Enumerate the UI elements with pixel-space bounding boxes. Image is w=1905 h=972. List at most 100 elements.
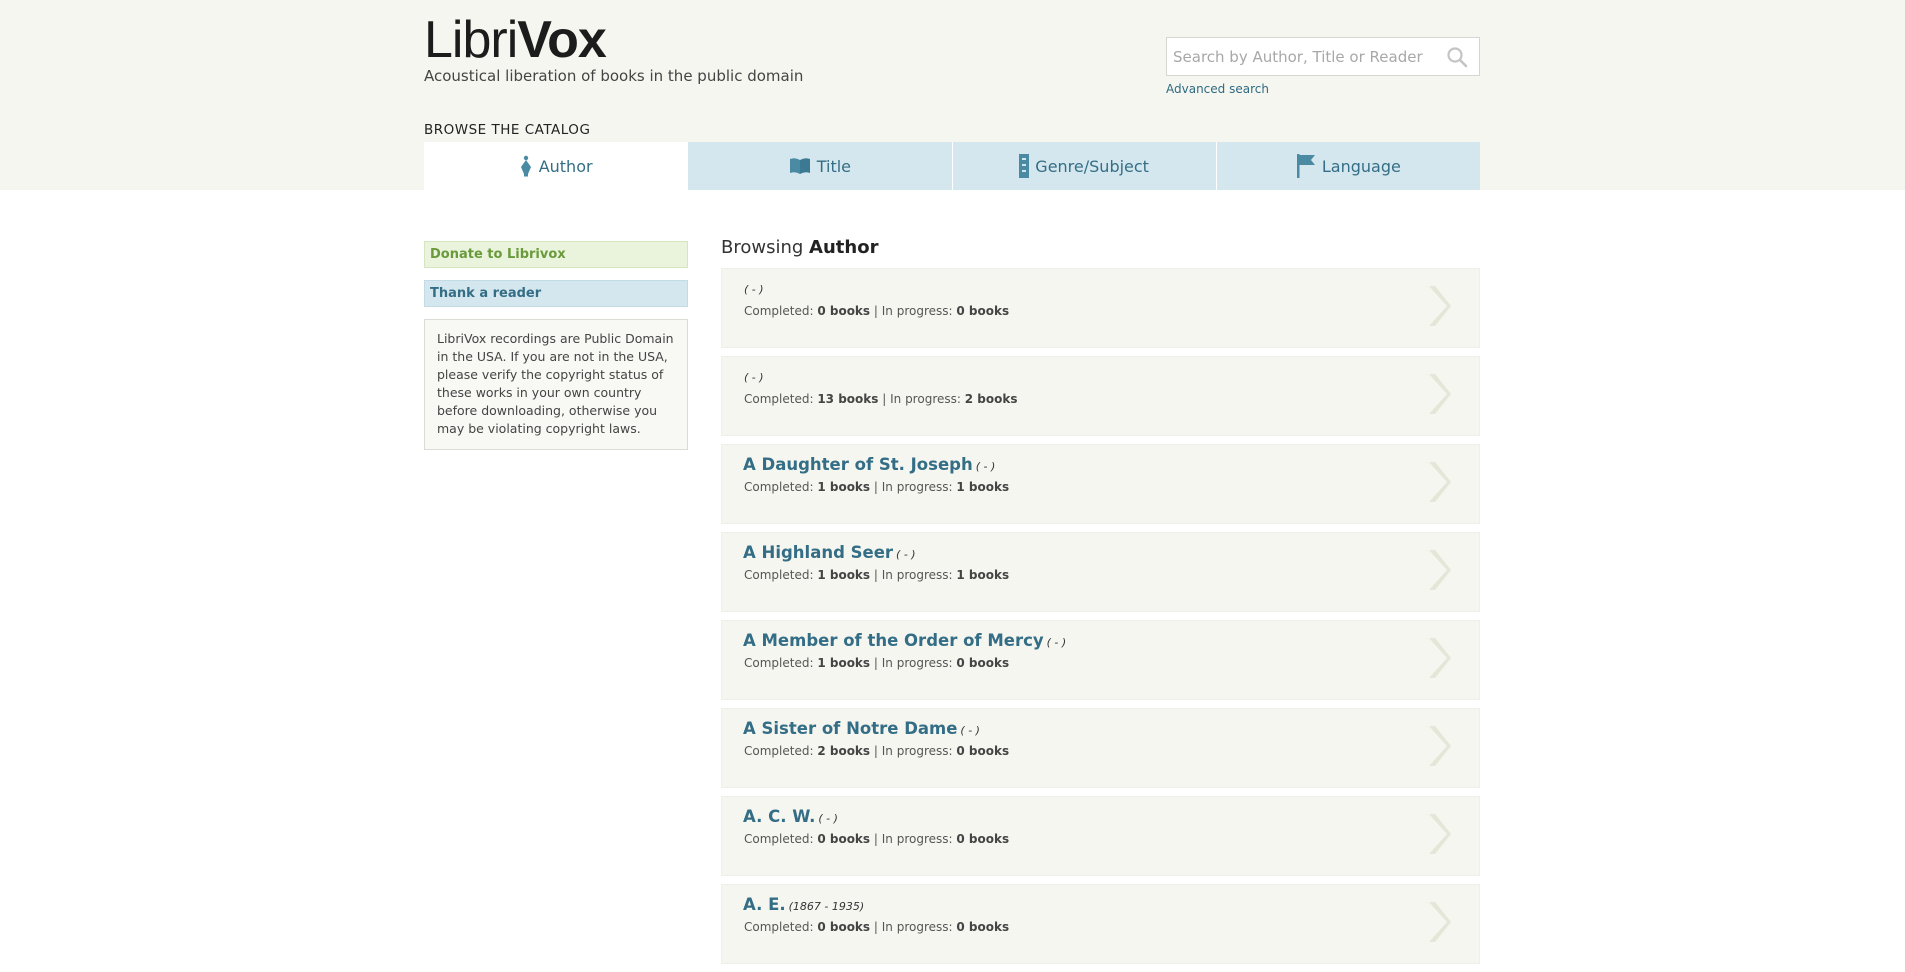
author-name-link[interactable]: A Highland Seer( - ) xyxy=(743,543,916,562)
donate-link[interactable]: Donate to Librivox xyxy=(424,241,688,268)
completed-count: 13 books xyxy=(817,392,879,406)
stats-separator: | xyxy=(873,568,878,582)
author-stats: Completed: 0 books | In progress: 0 book… xyxy=(744,832,1009,846)
author-dates: ( - ) xyxy=(744,283,764,296)
chevron-right-icon[interactable] xyxy=(1423,284,1451,328)
author-stats: Completed: 1 books | In progress: 1 book… xyxy=(744,480,1009,494)
in-progress-count: 1 books xyxy=(956,568,1010,582)
copyright-note: LibriVox recordings are Public Domain in… xyxy=(424,319,688,450)
author-name-link[interactable]: A. C. W.( - ) xyxy=(743,807,838,826)
logo-text-vox: Vox xyxy=(517,11,607,69)
chevron-right-icon[interactable] xyxy=(1423,460,1451,504)
pen-nib-icon xyxy=(519,155,533,177)
completed-label: Completed: xyxy=(744,920,814,934)
in-progress-count: 1 books xyxy=(956,480,1010,494)
browsing-value: Author xyxy=(809,237,879,258)
stats-separator: | xyxy=(873,832,878,846)
author-name: A Highland Seer xyxy=(743,543,894,562)
author-name: A. C. W. xyxy=(743,807,816,826)
chevron-right-icon[interactable] xyxy=(1423,372,1451,416)
browse-catalog-heading: BROWSE THE CATALOG xyxy=(424,122,591,138)
tab-author[interactable]: Author xyxy=(424,142,688,190)
in-progress-count: 0 books xyxy=(956,656,1010,670)
stats-separator: | xyxy=(873,480,878,494)
author-dates: ( - ) xyxy=(975,460,996,473)
author-name-link[interactable]: A Daughter of St. Joseph( - ) xyxy=(743,455,995,474)
chevron-right-icon[interactable] xyxy=(1423,900,1451,944)
browsing-prefix: Browsing xyxy=(721,237,804,258)
catalog-tabs: Author Title Genre/Subject Language xyxy=(424,142,1480,190)
author-row[interactable]: ( - ) Completed: 13 books | In progress:… xyxy=(721,356,1480,436)
author-name-link[interactable]: A Sister of Notre Dame( - ) xyxy=(743,719,980,738)
author-stats: Completed: 0 books | In progress: 0 book… xyxy=(744,304,1009,318)
author-name-link[interactable]: A Member of the Order of Mercy( - ) xyxy=(743,631,1066,650)
advanced-search-link[interactable]: Advanced search xyxy=(1166,82,1269,96)
author-row[interactable]: A Daughter of St. Joseph( - ) Completed:… xyxy=(721,444,1480,524)
in-progress-label: In progress: xyxy=(881,480,953,494)
tab-title[interactable]: Title xyxy=(687,142,952,190)
thank-reader-link[interactable]: Thank a reader xyxy=(424,280,688,307)
completed-label: Completed: xyxy=(744,480,814,494)
tab-genre-label: Genre/Subject xyxy=(1035,156,1149,176)
completed-label: Completed: xyxy=(744,568,814,582)
author-row[interactable]: A. E. (1867 - 1935) Completed: 0 books | … xyxy=(721,884,1480,964)
author-name: A Member of the Order of Mercy xyxy=(743,631,1044,650)
stats-separator: | xyxy=(882,392,887,406)
author-row[interactable]: A Sister of Notre Dame( - ) Completed: 2… xyxy=(721,708,1480,788)
author-row[interactable]: A Highland Seer( - ) Completed: 1 books … xyxy=(721,532,1480,612)
author-dates: ( - ) xyxy=(818,812,838,825)
book-icon xyxy=(789,157,811,175)
completed-label: Completed: xyxy=(744,304,814,318)
in-progress-count: 0 books xyxy=(956,832,1010,846)
author-row[interactable]: A. C. W.( - ) Completed: 0 books | In pr… xyxy=(721,796,1480,876)
completed-label: Completed: xyxy=(744,392,814,406)
author-row[interactable]: ( - ) Completed: 0 books | In progress: … xyxy=(721,268,1480,348)
in-progress-count: 2 books xyxy=(964,392,1018,406)
in-progress-label: In progress: xyxy=(881,832,953,846)
in-progress-count: 0 books xyxy=(956,744,1010,758)
search-input[interactable] xyxy=(1173,44,1443,70)
chevron-right-icon[interactable] xyxy=(1423,812,1451,856)
tab-language-label: Language xyxy=(1321,156,1401,176)
in-progress-count: 0 books xyxy=(956,920,1010,934)
author-stats: Completed: 13 books | In progress: 2 boo… xyxy=(744,392,1017,406)
completed-count: 0 books xyxy=(817,304,871,318)
tagline: Acoustical liberation of books in the pu… xyxy=(424,67,804,85)
chevron-right-icon[interactable] xyxy=(1423,636,1451,680)
stats-separator: | xyxy=(873,656,878,670)
tab-genre-subject[interactable]: Genre/Subject xyxy=(951,142,1216,190)
author-dates: ( - ) xyxy=(960,724,980,737)
completed-count: 2 books xyxy=(817,744,871,758)
author-dates: ( - ) xyxy=(744,371,764,384)
librivox-logo[interactable]: LibriVox xyxy=(424,10,607,70)
in-progress-label: In progress: xyxy=(881,304,953,318)
author-dates: (1867 - 1935) xyxy=(788,900,865,913)
search-icon[interactable] xyxy=(1445,45,1469,69)
tab-title-label: Title xyxy=(816,156,852,176)
author-list: ( - ) Completed: 0 books | In progress: … xyxy=(721,268,1480,972)
author-row[interactable]: A Member of the Order of Mercy( - ) Comp… xyxy=(721,620,1480,700)
tab-language[interactable]: Language xyxy=(1215,142,1480,190)
completed-label: Completed: xyxy=(744,656,814,670)
author-name: A. E. xyxy=(743,895,786,914)
in-progress-label: In progress: xyxy=(881,568,953,582)
completed-count: 1 books xyxy=(817,656,871,670)
browsing-heading: Browsing Author xyxy=(721,237,878,258)
flag-icon xyxy=(1296,154,1316,178)
in-progress-count: 0 books xyxy=(956,304,1010,318)
in-progress-label: In progress: xyxy=(890,392,961,406)
completed-label: Completed: xyxy=(744,832,814,846)
author-stats: Completed: 1 books | In progress: 0 book… xyxy=(744,656,1009,670)
chevron-right-icon[interactable] xyxy=(1423,548,1451,592)
bookmark-icon xyxy=(1019,154,1030,178)
author-dates: ( - ) xyxy=(1046,636,1067,649)
chevron-right-icon[interactable] xyxy=(1423,724,1451,768)
tab-author-label: Author xyxy=(538,156,593,176)
completed-count: 0 books xyxy=(817,920,871,934)
in-progress-label: In progress: xyxy=(881,744,953,758)
author-name-link[interactable]: A. E. (1867 - 1935) xyxy=(743,895,864,914)
stats-separator: | xyxy=(873,920,878,934)
author-name: A Sister of Notre Dame xyxy=(743,719,958,738)
in-progress-label: In progress: xyxy=(881,920,953,934)
stats-separator: | xyxy=(873,744,878,758)
